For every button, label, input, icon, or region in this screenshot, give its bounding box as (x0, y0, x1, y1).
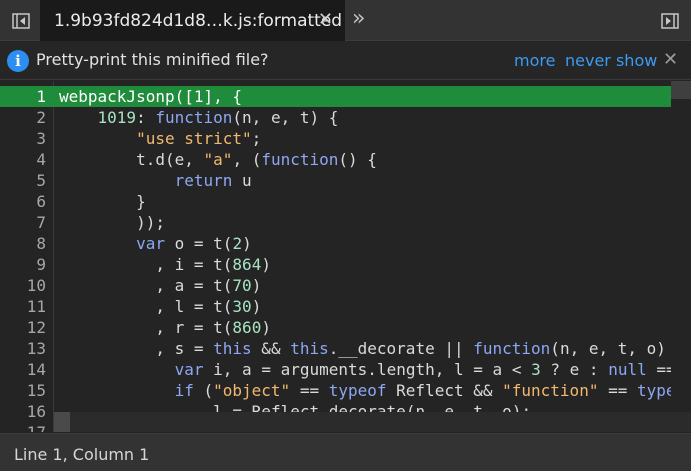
line-code: , r = t(860) (59, 318, 271, 337)
pretty-print-infobar: i Pretty-print this minified file? more … (0, 42, 691, 80)
line-number[interactable]: 6 (0, 191, 46, 212)
tab-close-icon[interactable]: ✕ (318, 9, 333, 31)
tab-label: 1.9b93fd824d1d8…k.js:formatted (54, 10, 343, 31)
code-line[interactable]: 12 , r = t(860) (0, 317, 691, 338)
line-number[interactable]: 5 (0, 170, 46, 191)
infobar-message: Pretty-print this minified file? (36, 50, 269, 69)
line-number[interactable]: 15 (0, 380, 46, 401)
infobar-close-icon[interactable]: ✕ (663, 49, 678, 70)
toggle-debugger-icon (661, 12, 679, 29)
line-code: if ("object" == typeof Reflect && "funct… (174, 381, 691, 400)
code-line[interactable]: 7 )); (0, 212, 691, 233)
line-number[interactable]: 13 (0, 338, 46, 359)
line-code: 1019: function(n, e, t) { (97, 108, 339, 127)
line-code: t.d(e, "a", (function() { (136, 150, 377, 169)
line-number[interactable]: 12 (0, 317, 46, 338)
line-code: var i, a = arguments.length, l = a < 3 ?… (174, 360, 691, 379)
code-line[interactable]: 13 , s = this && this.__decorate || func… (0, 338, 691, 359)
line-number[interactable]: 2 (0, 107, 46, 128)
horizontal-scrollbar[interactable] (54, 412, 671, 432)
info-icon: i (7, 50, 29, 72)
line-code: "use strict"; (136, 129, 262, 148)
line-number[interactable]: 1 (0, 86, 46, 107)
code-editor[interactable]: 1 webpackJsonp([1], {2 1019: function(n, … (0, 81, 691, 432)
line-number[interactable]: 9 (0, 254, 46, 275)
code-line[interactable]: 11 , l = t(30) (0, 296, 691, 317)
line-number[interactable]: 17 (0, 422, 46, 432)
toggle-debugger-button[interactable] (651, 0, 689, 41)
cursor-position: Line 1, Column 1 (14, 445, 150, 464)
status-bar: Line 1, Column 1 (0, 433, 691, 471)
horizontal-scrollbar-thumb[interactable] (54, 412, 70, 432)
code-line[interactable]: 3 "use strict"; (0, 128, 691, 149)
scrollbar-corner (671, 412, 691, 432)
code-line[interactable]: 4 t.d(e, "a", (function() { (0, 149, 691, 170)
code-line[interactable]: 2 1019: function(n, e, t) { (0, 107, 691, 128)
tab-bar: 1.9b93fd824d1d8…k.js:formatted ✕ » (0, 0, 691, 41)
line-number[interactable]: 4 (0, 149, 46, 170)
line-code: , s = this && this.__decorate || functio… (59, 339, 685, 358)
code-line[interactable]: 10 , a = t(70) (0, 275, 691, 296)
toggle-navigator-icon (12, 12, 30, 29)
line-code: return u (174, 171, 252, 190)
toggle-navigator-button[interactable] (3, 0, 39, 41)
never-show-link[interactable]: never show (565, 51, 657, 70)
line-code: var o = t(2) (136, 234, 252, 253)
vertical-scrollbar[interactable] (671, 81, 691, 432)
line-number[interactable]: 16 (0, 401, 46, 422)
line-number[interactable]: 7 (0, 212, 46, 233)
code-line[interactable]: 15 if ("object" == typeof Reflect && "fu… (0, 380, 691, 401)
line-code: , a = t(70) (59, 276, 262, 295)
line-number[interactable]: 8 (0, 233, 46, 254)
line-number[interactable]: 11 (0, 296, 46, 317)
code-line[interactable]: 8 var o = t(2) (0, 233, 691, 254)
code-line[interactable]: 6 } (0, 191, 691, 212)
line-code: , l = t(30) (59, 297, 262, 316)
line-number[interactable]: 3 (0, 128, 46, 149)
line-number[interactable]: 14 (0, 359, 46, 380)
vertical-scrollbar-thumb[interactable] (671, 81, 691, 99)
line-code: )); (59, 213, 165, 232)
line-number[interactable]: 10 (0, 275, 46, 296)
code-line[interactable]: 5 return u (0, 170, 691, 191)
code-line[interactable]: 14 var i, a = arguments.length, l = a < … (0, 359, 691, 380)
more-tabs-icon[interactable]: » (352, 7, 366, 31)
line-code: } (59, 192, 146, 211)
line-code: webpackJsonp([1], { (59, 87, 243, 106)
code-line[interactable]: 1 webpackJsonp([1], { (0, 86, 671, 107)
line-code: , i = t(864) (59, 255, 271, 274)
tab-active-file[interactable]: 1.9b93fd824d1d8…k.js:formatted ✕ (40, 0, 345, 41)
code-line[interactable]: 9 , i = t(864) (0, 254, 691, 275)
more-link[interactable]: more (514, 51, 555, 70)
